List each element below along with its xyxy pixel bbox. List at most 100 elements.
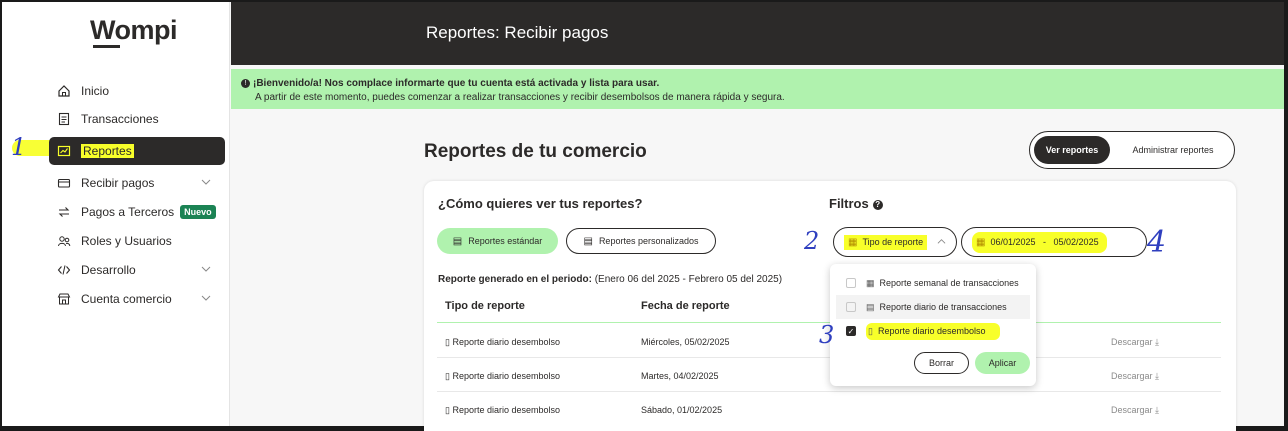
banner-line-1: ¡Bienvenido/a! Nos complace informarte q…: [253, 78, 660, 89]
date-separator: -: [1043, 236, 1047, 247]
report-type-text: Reporte diario desembolso: [452, 405, 561, 415]
sidebar-item-label: Reportes: [81, 144, 134, 158]
checkbox[interactable]: [846, 302, 856, 312]
chart-icon: ▤: [866, 301, 875, 312]
report-type-cell: ▯ Reporte diario desembolso: [445, 371, 561, 381]
sidebar-item-label: Recibir pagos: [81, 176, 155, 190]
annotation-number-1: 1: [11, 133, 27, 161]
table-row: ▯ Reporte diario desembolso Sábado, 01/0…: [437, 392, 1221, 426]
period-label: Reporte generado en el periodo:: [438, 274, 592, 285]
dropdown-option-diario-desembolso[interactable]: ✓ ▯ Reporte diario desembolso: [836, 319, 1030, 343]
download-icon: ⤓: [1155, 337, 1160, 347]
view-question: ¿Cómo quieres ver tus reportes?: [438, 196, 643, 211]
sidebar-item-recibir-pagos[interactable]: Recibir pagos: [49, 170, 225, 196]
receipt-icon: [55, 110, 73, 128]
date-range-filter[interactable]: ▦ 06/01/2025 - 05/02/2025: [961, 227, 1147, 257]
period-value: (Enero 06 del 2025 - Febrero 05 del 2025…: [594, 274, 783, 285]
new-badge: Nuevo: [180, 205, 216, 219]
sidebar-item-transacciones[interactable]: Transacciones: [49, 106, 225, 132]
report-type-dropdown: ▦ Reporte semanal de transacciones ▤ Rep…: [830, 264, 1036, 386]
download-icon: ⤓: [1155, 405, 1160, 415]
checkbox[interactable]: [846, 278, 856, 288]
logo-underline: [93, 45, 120, 48]
report-type-text: Reporte diario desembolso: [452, 371, 561, 381]
page-header-title: Reportes: Recibir pagos: [426, 23, 609, 42]
filters-title: Filtros: [829, 196, 869, 211]
top-bar: Reportes: Recibir pagos: [231, 2, 1284, 65]
standard-reports-label: Reportes estándar: [468, 236, 543, 246]
custom-reports-label: Reportes personalizados: [598, 236, 699, 246]
report-date-cell: Martes, 04/02/2025: [641, 371, 719, 381]
report-type-text: Reporte diario desembolso: [452, 337, 561, 347]
wompi-logo[interactable]: Wompi: [90, 15, 178, 46]
dropdown-option-semanal[interactable]: ▦ Reporte semanal de transacciones: [836, 271, 1030, 295]
download-icon: ⤓: [1155, 371, 1160, 381]
sidebar-item-pagos-terceros[interactable]: Pagos a Terceros Nuevo: [49, 199, 225, 225]
report-date-cell: Sábado, 01/02/2025: [641, 405, 723, 415]
code-icon: [55, 261, 73, 279]
report-type-filter[interactable]: ▦ Tipo de reporte: [833, 227, 957, 257]
download-label: Descargar: [1111, 405, 1153, 415]
sidebar-item-inicio[interactable]: Inicio: [49, 78, 225, 104]
chevron-down-icon[interactable]: [201, 263, 211, 277]
administrar-reportes-tab[interactable]: Administrar reportes: [1116, 136, 1230, 164]
report-date-cell: Miércoles, 05/02/2025: [641, 337, 730, 347]
apply-button[interactable]: Aplicar: [975, 352, 1030, 374]
report-type-cell: ▯ Reporte diario desembolso: [445, 405, 561, 415]
clear-button[interactable]: Borrar: [914, 352, 969, 374]
column-header-date: Fecha de reporte: [641, 300, 730, 312]
option-label: Reporte diario desembolso: [877, 325, 986, 336]
card-icon: [55, 174, 73, 192]
table-icon: ▦: [866, 277, 875, 288]
users-icon: [55, 232, 73, 250]
report-type-label: Tipo de reporte: [862, 236, 924, 247]
banner-line-2: A partir de este momento, puedes comenza…: [255, 92, 785, 103]
sidebar-item-roles-usuarios[interactable]: Roles y Usuarios: [49, 228, 225, 254]
sidebar-item-reportes[interactable]: Reportes: [49, 137, 225, 165]
document-icon: ▯: [868, 325, 873, 336]
calendar-icon: ▦: [976, 236, 986, 248]
option-label: Reporte semanal de transacciones: [879, 278, 1019, 288]
transfer-icon: [55, 203, 73, 221]
chevron-down-icon[interactable]: [201, 176, 211, 190]
standard-reports-button[interactable]: ▤ Reportes estándar: [437, 228, 558, 254]
page-title: Reportes de tu comercio: [424, 141, 647, 162]
download-link[interactable]: Descargar ⤓: [1111, 371, 1159, 382]
option-highlight: ▯ Reporte diario desembolso: [866, 322, 1000, 340]
checkbox-checked[interactable]: ✓: [846, 326, 856, 336]
download-link[interactable]: Descargar ⤓: [1111, 405, 1159, 416]
download-link[interactable]: Descargar ⤓: [1111, 337, 1159, 348]
document-icon: ▤: [583, 235, 593, 247]
download-label: Descargar: [1111, 371, 1153, 381]
chevron-down-icon[interactable]: [201, 292, 211, 306]
dropdown-option-diario-transacciones[interactable]: ▤ Reporte diario de transacciones: [836, 295, 1030, 319]
download-label: Descargar: [1111, 337, 1153, 347]
sidebar-item-label: Transacciones: [81, 112, 159, 126]
annotation-number-4: 4: [1147, 225, 1167, 260]
column-header-type: Tipo de reporte: [445, 300, 525, 312]
sidebar-item-label: Pagos a Terceros: [81, 205, 175, 219]
filters-heading: Filtros?: [829, 196, 883, 211]
chevron-up-icon: [937, 237, 946, 248]
date-range-highlight: ▦ 06/01/2025 - 05/02/2025: [972, 231, 1107, 253]
ver-reportes-tab[interactable]: Ver reportes: [1034, 136, 1110, 164]
store-icon: [55, 290, 73, 308]
view-toggle: Ver reportes Administrar reportes: [1029, 131, 1235, 169]
date-to: 05/02/2025: [1053, 236, 1099, 247]
table-row: ▯ Reporte diario desembolso Martes, 04/0…: [437, 358, 1221, 392]
report-type-highlight: ▦ Tipo de reporte: [844, 234, 928, 250]
sidebar: Wompi Inicio Transacciones 1 Reportes Re…: [2, 2, 230, 426]
welcome-banner: ! ¡Bienvenido/a! Nos complace informarte …: [231, 69, 1284, 109]
sidebar-item-desarrollo[interactable]: Desarrollo: [49, 257, 225, 283]
help-icon[interactable]: ?: [872, 200, 883, 210]
custom-reports-button[interactable]: ▤ Reportes personalizados: [566, 228, 716, 254]
report-type-cell: ▯ Reporte diario desembolso: [445, 337, 561, 347]
sidebar-item-label: Desarrollo: [81, 263, 136, 277]
home-icon: [55, 82, 73, 100]
annotation-number-2: 2: [804, 227, 820, 255]
sidebar-item-label: Roles y Usuarios: [81, 234, 172, 248]
sidebar-item-cuenta-comercio[interactable]: Cuenta comercio: [49, 286, 225, 312]
date-from: 06/01/2025: [990, 236, 1036, 247]
annotation-number-3: 3: [819, 321, 835, 349]
info-icon: !: [241, 79, 250, 88]
